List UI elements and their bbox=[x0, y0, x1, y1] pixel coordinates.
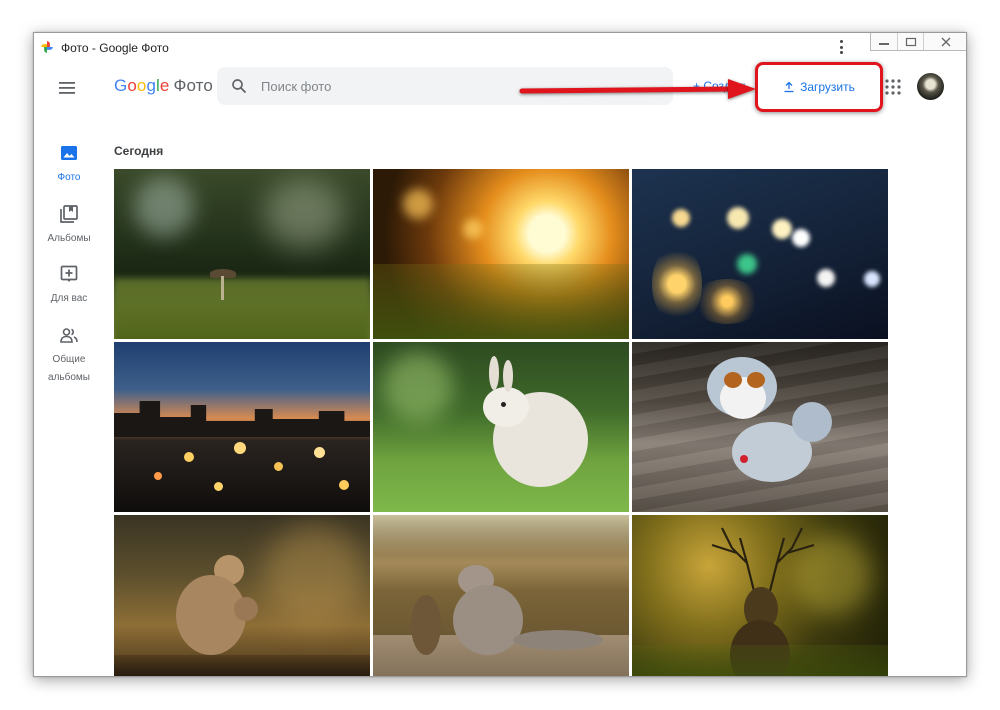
for-you-icon bbox=[60, 265, 78, 282]
app-header: GoogleФото + Создать Загрузить bbox=[34, 61, 966, 117]
photo-thumbnail-string-lights[interactable] bbox=[632, 169, 888, 339]
logo-product-name: Фото bbox=[173, 76, 213, 95]
apps-grid-icon[interactable] bbox=[884, 78, 902, 96]
maximize-icon bbox=[905, 37, 916, 46]
upload-icon bbox=[784, 81, 794, 93]
sidebar-item-for-you[interactable]: Для вас bbox=[34, 264, 104, 308]
maximize-button[interactable] bbox=[897, 33, 923, 50]
sidebar-item-label: Общие альбомы bbox=[48, 354, 90, 383]
close-icon bbox=[941, 37, 950, 46]
google-photos-logo[interactable]: Google Фото bbox=[114, 76, 213, 96]
sidebar-item-albums[interactable]: Альбомы bbox=[34, 204, 104, 248]
main-menu-button[interactable] bbox=[54, 75, 80, 101]
sidebar-item-shared-albums[interactable]: Общие альбомы bbox=[34, 325, 104, 387]
search-bar[interactable] bbox=[217, 67, 673, 105]
title-bar: Фото - Google Фото bbox=[34, 33, 966, 61]
section-title-today: Сегодня bbox=[114, 144, 164, 158]
sidebar-item-label: Альбомы bbox=[47, 233, 91, 244]
minimize-icon bbox=[879, 42, 889, 45]
albums-icon bbox=[60, 205, 78, 223]
close-button[interactable] bbox=[923, 33, 966, 50]
sidebar-item-label: Фото bbox=[57, 172, 81, 183]
search-input[interactable] bbox=[261, 67, 661, 105]
photo-thumbnail-dog-costume[interactable] bbox=[632, 342, 888, 512]
sidebar-item-photos[interactable]: Фото bbox=[34, 143, 104, 187]
window-controls bbox=[870, 33, 966, 51]
photo-thumbnail-mushroom-forest[interactable] bbox=[114, 169, 370, 339]
photo-grid bbox=[114, 169, 889, 676]
upload-label: Загрузить bbox=[800, 80, 855, 94]
photo-thumbnail-city-bokeh[interactable] bbox=[114, 342, 370, 512]
photo-thumbnail-white-rabbit[interactable] bbox=[373, 342, 629, 512]
more-options-icon[interactable] bbox=[837, 39, 845, 55]
hamburger-icon bbox=[59, 82, 75, 94]
shared-albums-icon bbox=[60, 328, 78, 343]
window-title: Фото - Google Фото bbox=[61, 41, 169, 55]
sidebar-item-label: Для вас bbox=[50, 293, 88, 304]
photo-icon bbox=[61, 146, 77, 160]
account-avatar[interactable] bbox=[917, 73, 944, 100]
minimize-button[interactable] bbox=[871, 33, 897, 50]
photo-thumbnail-cat-and-bird[interactable] bbox=[373, 515, 629, 676]
photo-thumbnail-monkey[interactable] bbox=[114, 515, 370, 676]
browser-window: Фото - Google Фото Google Фото Поиск фот… bbox=[33, 32, 967, 677]
upload-button[interactable]: Загрузить bbox=[767, 73, 871, 101]
create-button[interactable]: + Создать bbox=[693, 79, 749, 93]
search-icon[interactable] bbox=[230, 77, 248, 95]
google-photos-icon bbox=[41, 41, 53, 53]
photo-thumbnail-deer[interactable] bbox=[632, 515, 888, 676]
photo-thumbnail-sunset-grass[interactable] bbox=[373, 169, 629, 339]
